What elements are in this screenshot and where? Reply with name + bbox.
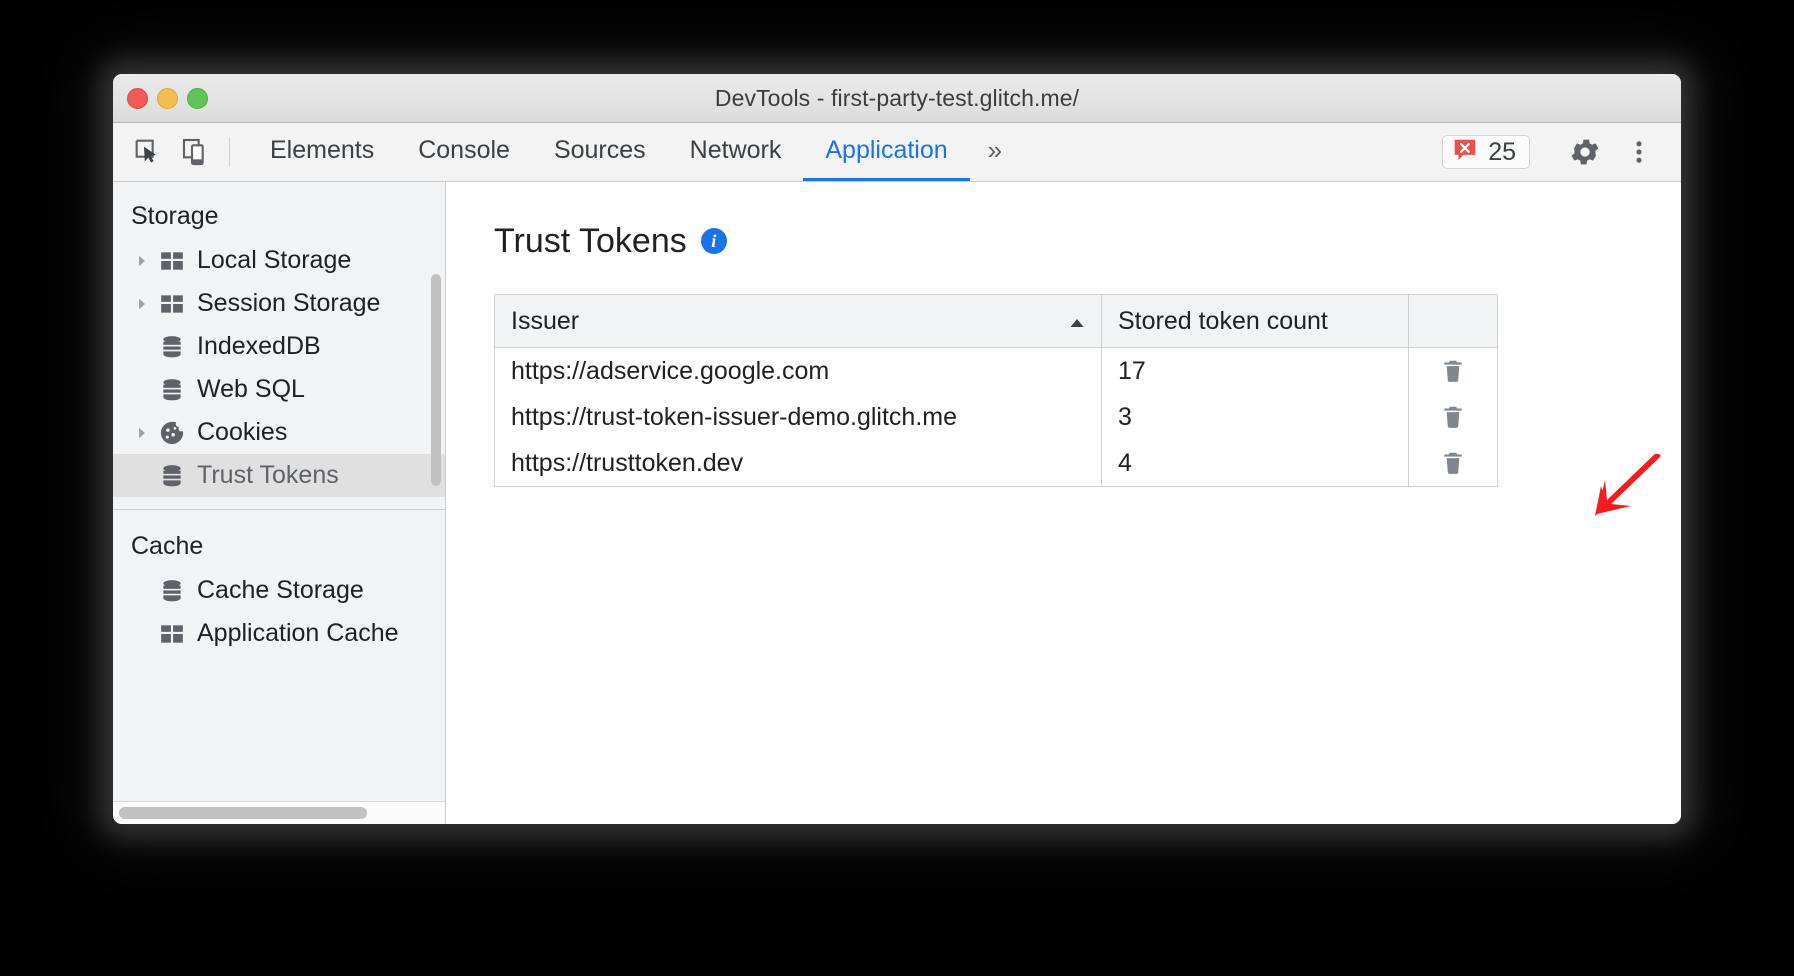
table-icon (157, 291, 187, 317)
table-row[interactable]: https://adservice.google.com 17 (495, 348, 1498, 395)
table-body: https://adservice.google.com 17 (495, 348, 1498, 487)
chevron-right-icon[interactable] (135, 254, 157, 268)
close-window-button[interactable] (127, 88, 148, 109)
trust-tokens-table: Issuer Stored token count (494, 294, 1498, 487)
sidebar-item-label: Cache Storage (197, 578, 364, 603)
traffic-light-group (127, 74, 208, 122)
sidebar-item-label: IndexedDB (197, 334, 321, 359)
tab-application[interactable]: Application (803, 123, 969, 181)
column-header-issuer[interactable]: Issuer (495, 295, 1102, 348)
sidebar-section-cache-title: Cache (113, 510, 445, 569)
sidebar-item-label: Web SQL (197, 377, 305, 402)
tab-elements[interactable]: Elements (248, 123, 396, 181)
minimize-window-button[interactable] (157, 88, 178, 109)
window-title: DevTools - first-party-test.glitch.me/ (113, 85, 1681, 112)
tab-network[interactable]: Network (668, 123, 804, 181)
cell-actions (1409, 394, 1498, 440)
sidebar-item-label: Trust Tokens (197, 463, 339, 488)
devtools-toolbar: Elements Console Sources Network Applica… (113, 123, 1681, 182)
panel-tabs: Elements Console Sources Network Applica… (248, 123, 1020, 181)
trust-tokens-panel: Trust Tokens i Issuer Stored token count (446, 182, 1681, 824)
sidebar-item-cookies[interactable]: Cookies (113, 411, 445, 454)
table-icon (157, 621, 187, 647)
sidebar-item-label: Application Cache (197, 621, 399, 646)
sidebar-item-web-sql[interactable]: Web SQL (113, 368, 445, 411)
cell-issuer: https://trust-token-issuer-demo.glitch.m… (495, 394, 1102, 440)
red-arrow-down-left-icon (1573, 454, 1665, 538)
device-toolbar-icon[interactable] (175, 131, 217, 173)
database-icon (157, 334, 187, 360)
delete-icon[interactable] (1431, 349, 1475, 393)
column-header-label: Stored token count (1118, 307, 1328, 335)
error-badge-icon (1452, 137, 1478, 168)
cell-actions (1409, 348, 1498, 395)
delete-icon[interactable] (1431, 395, 1475, 439)
sidebar-item-trust-tokens[interactable]: Trust Tokens (113, 454, 445, 497)
sidebar-section-storage-title: Storage (113, 194, 445, 239)
sidebar-item-label: Cookies (197, 420, 287, 445)
inspect-element-icon[interactable] (127, 131, 169, 173)
toolbar-divider (229, 137, 230, 167)
page-title: Trust Tokens (494, 224, 687, 258)
delete-icon[interactable] (1431, 441, 1475, 485)
sidebar-item-application-cache[interactable]: Application Cache (113, 612, 445, 655)
sidebar-item-session-storage[interactable]: Session Storage (113, 282, 445, 325)
table-row[interactable]: https://trust-token-issuer-demo.glitch.m… (495, 394, 1498, 440)
zoom-window-button[interactable] (187, 88, 208, 109)
application-sidebar: Storage Local Storage (113, 182, 446, 824)
sidebar-item-indexeddb[interactable]: IndexedDB (113, 325, 445, 368)
column-header-actions (1409, 295, 1498, 348)
table-head: Issuer Stored token count (495, 295, 1498, 348)
cell-token-count: 4 (1102, 440, 1409, 487)
cell-issuer: https://trusttoken.dev (495, 440, 1102, 487)
database-icon (157, 578, 187, 604)
column-header-label: Issuer (511, 307, 579, 335)
toolbar-icon-group (113, 123, 217, 181)
database-icon (157, 377, 187, 403)
panel-heading: Trust Tokens i (494, 224, 1681, 258)
sidebar-item-label: Local Storage (197, 248, 351, 273)
chevron-right-icon[interactable] (135, 297, 157, 311)
more-tabs-chevron-icon[interactable]: » (970, 123, 1020, 181)
table-row[interactable]: https://trusttoken.dev 4 (495, 440, 1498, 487)
devtools-body: Storage Local Storage (113, 182, 1681, 824)
error-count-badge[interactable]: 25 (1442, 135, 1530, 169)
info-icon[interactable]: i (701, 228, 727, 254)
column-header-stored-token-count[interactable]: Stored token count (1102, 295, 1409, 348)
cookie-icon (157, 419, 187, 447)
sidebar-vertical-scrollbar[interactable] (431, 274, 441, 486)
gear-icon[interactable] (1559, 128, 1611, 176)
sidebar-item-local-storage[interactable]: Local Storage (113, 239, 445, 282)
devtools-window: DevTools - first-party-test.glitch.me/ (113, 74, 1681, 824)
sidebar-item-label: Session Storage (197, 291, 380, 316)
tab-sources[interactable]: Sources (532, 123, 668, 181)
window-titlebar: DevTools - first-party-test.glitch.me/ (113, 74, 1681, 123)
scrollbar-thumb[interactable] (119, 807, 367, 819)
toolbar-right-group: 25 (1442, 123, 1681, 181)
database-icon (157, 463, 187, 489)
table-icon (157, 248, 187, 274)
cell-issuer: https://adservice.google.com (495, 348, 1102, 395)
table-header-row: Issuer Stored token count (495, 295, 1498, 348)
sidebar-horizontal-scrollbar[interactable] (113, 801, 445, 824)
cell-token-count: 17 (1102, 348, 1409, 395)
sidebar-item-cache-storage[interactable]: Cache Storage (113, 569, 445, 612)
error-count-label: 25 (1488, 138, 1516, 167)
more-vertical-icon[interactable] (1613, 128, 1665, 176)
sidebar-tree: Storage Local Storage (113, 182, 445, 801)
chevron-right-icon[interactable] (135, 426, 157, 440)
cell-actions (1409, 440, 1498, 487)
tab-console[interactable]: Console (396, 123, 532, 181)
sort-ascending-icon (1069, 307, 1085, 336)
cell-token-count: 3 (1102, 394, 1409, 440)
